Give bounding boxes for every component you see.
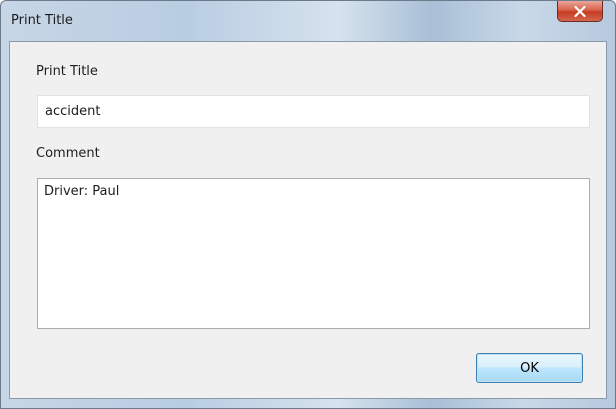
dialog-body: Print Title Comment Driver: Paul OK: [9, 41, 607, 399]
window-title: Print Title: [11, 13, 73, 28]
close-icon: [574, 5, 586, 17]
close-button[interactable]: [557, 1, 603, 22]
title-bar[interactable]: Print Title: [1, 1, 615, 41]
comment-textarea[interactable]: Driver: Paul: [37, 178, 590, 329]
ok-button[interactable]: OK: [476, 353, 583, 383]
comment-label: Comment: [36, 146, 100, 161]
print-title-input[interactable]: [37, 95, 590, 128]
print-title-label: Print Title: [36, 64, 98, 79]
print-title-dialog: Print Title Print Title Comment Driver: …: [0, 0, 616, 409]
